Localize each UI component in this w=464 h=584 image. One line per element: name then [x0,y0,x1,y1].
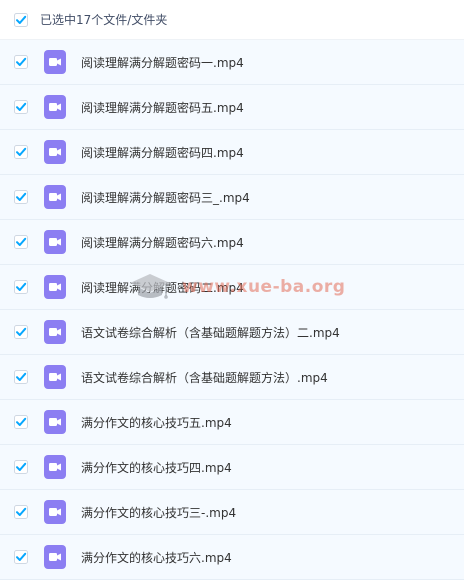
file-name[interactable]: 满分作文的核心技巧五.mp4 [81,414,232,431]
select-all-row[interactable]: 已选中17个文件/文件夹 [0,0,464,40]
checkmark-icon [14,280,28,294]
file-checkbox[interactable] [14,280,28,294]
file-icon-wrap [28,140,66,164]
file-icon-wrap [28,230,66,254]
file-row[interactable]: 满分作文的核心技巧三-.mp4 [0,490,464,535]
file-icon-wrap [28,95,66,119]
file-icon-wrap [28,185,66,209]
file-name[interactable]: 语文试卷综合解析（含基础题解题方法）.mp4 [81,369,328,386]
file-icon-wrap [28,50,66,74]
file-checkbox[interactable] [14,235,28,249]
file-row[interactable]: 满分作文的核心技巧五.mp4 [0,400,464,445]
video-file-icon [44,185,66,209]
file-checkbox[interactable] [14,190,28,204]
checkmark-icon [14,190,28,204]
video-file-icon [44,50,66,74]
checkmark-icon [14,460,28,474]
checkmark-icon [14,370,28,384]
file-checkbox[interactable] [14,460,28,474]
checkmark-icon [14,325,28,339]
select-all-checkbox[interactable] [14,12,28,27]
video-file-icon [44,500,66,524]
file-checkbox[interactable] [14,415,28,429]
file-name[interactable]: 阅读理解满分解题密码五.mp4 [81,99,244,116]
file-icon-wrap [28,455,66,479]
file-checkbox[interactable] [14,100,28,114]
file-name[interactable]: 阅读理解满分解题密码三_.mp4 [81,189,250,206]
file-row[interactable]: 满分作文的核心技巧六.mp4 [0,535,464,580]
checkmark-icon [14,550,28,564]
file-row[interactable]: 阅读理解满分解题密码二.mp4 [0,265,464,310]
video-file-icon [44,455,66,479]
file-checkbox[interactable] [14,145,28,159]
file-name[interactable]: 满分作文的核心技巧三-.mp4 [81,504,236,521]
file-row[interactable]: 阅读理解满分解题密码四.mp4 [0,130,464,175]
checkmark-icon [14,12,28,27]
file-name[interactable]: 阅读理解满分解题密码六.mp4 [81,234,244,251]
checkmark-icon [14,235,28,249]
video-file-icon [44,275,66,299]
checkmark-icon [14,55,28,69]
file-row[interactable]: 阅读理解满分解题密码六.mp4 [0,220,464,265]
file-checkbox[interactable] [14,505,28,519]
checkmark-icon [14,100,28,114]
checkmark-icon [14,145,28,159]
file-row[interactable]: 语文试卷综合解析（含基础题解题方法）二.mp4 [0,310,464,355]
file-icon-wrap [28,365,66,389]
file-icon-wrap [28,410,66,434]
file-icon-wrap [28,500,66,524]
video-file-icon [44,230,66,254]
file-name[interactable]: 阅读理解满分解题密码二.mp4 [81,279,244,296]
video-file-icon [44,545,66,569]
video-file-icon [44,365,66,389]
file-row[interactable]: 阅读理解满分解题密码五.mp4 [0,85,464,130]
file-checkbox[interactable] [14,325,28,339]
file-name[interactable]: 阅读理解满分解题密码一.mp4 [81,54,244,71]
file-row[interactable]: 阅读理解满分解题密码三_.mp4 [0,175,464,220]
file-name[interactable]: 满分作文的核心技巧六.mp4 [81,549,232,566]
file-rows: 阅读理解满分解题密码一.mp4 阅读理解满分解题密码五.mp4 阅读理解满分解题密码… [0,40,464,580]
video-file-icon [44,320,66,344]
file-name[interactable]: 满分作文的核心技巧四.mp4 [81,459,232,476]
video-file-icon [44,95,66,119]
checkmark-icon [14,505,28,519]
file-row[interactable]: 满分作文的核心技巧四.mp4 [0,445,464,490]
file-icon-wrap [28,320,66,344]
file-checkbox[interactable] [14,550,28,564]
file-checkbox[interactable] [14,370,28,384]
file-name[interactable]: 语文试卷综合解析（含基础题解题方法）二.mp4 [81,324,340,341]
file-checkbox[interactable] [14,55,28,69]
file-icon-wrap [28,545,66,569]
file-name[interactable]: 阅读理解满分解题密码四.mp4 [81,144,244,161]
video-file-icon [44,410,66,434]
file-row[interactable]: 阅读理解满分解题密码一.mp4 [0,40,464,85]
file-row[interactable]: 语文试卷综合解析（含基础题解题方法）.mp4 [0,355,464,400]
file-icon-wrap [28,275,66,299]
file-list: 已选中17个文件/文件夹 阅读理解满分解题密码一.mp4 阅读理解满分解题密码五.… [0,0,464,584]
selection-count-label: 已选中17个文件/文件夹 [40,13,168,27]
video-file-icon [44,140,66,164]
checkmark-icon [14,415,28,429]
